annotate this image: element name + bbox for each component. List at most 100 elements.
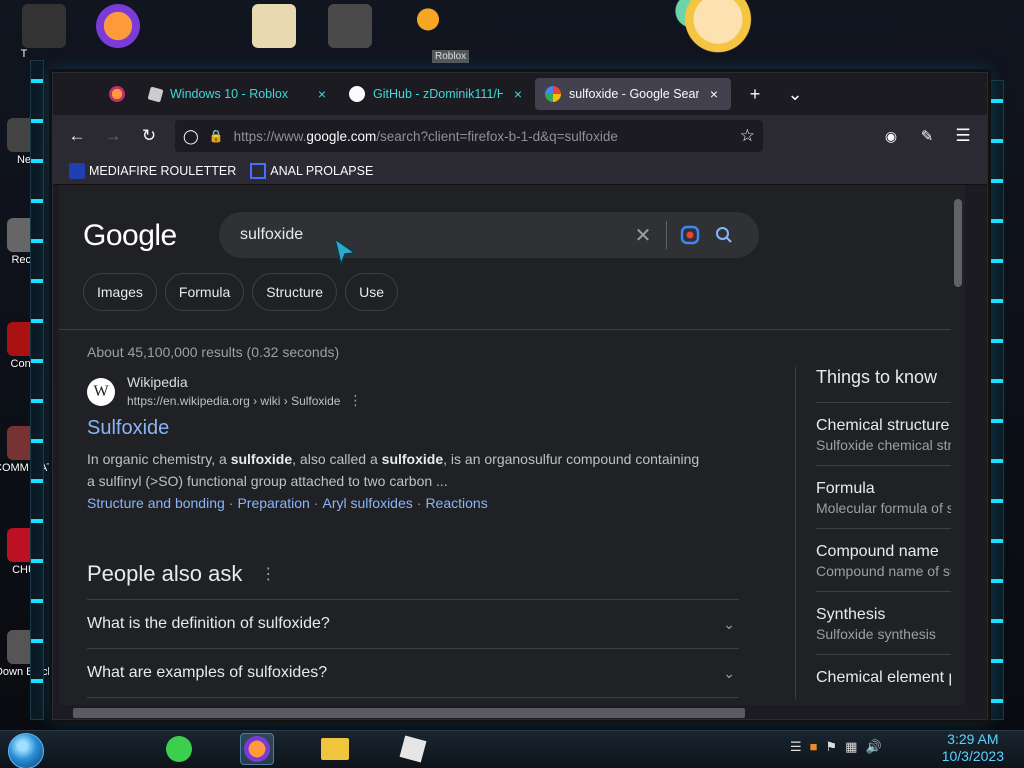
sublink-separator: · (228, 495, 234, 511)
roblox-taskbar-icon[interactable] (396, 733, 430, 765)
bookmark-label: ANAL PROLAPSE (270, 163, 374, 178)
desktop-icon-label: Down Black (0, 666, 54, 678)
shield-icon[interactable]: ◯ (183, 128, 199, 145)
paa-question[interactable]: What are examples of sulfoxides? ⌄ (87, 648, 739, 697)
reload-icon[interactable]: ↻ (133, 120, 165, 152)
network-icon[interactable]: ▦ (845, 739, 857, 755)
google-logo[interactable]: Google (83, 219, 177, 253)
pocket-icon[interactable]: ◉ (875, 120, 907, 152)
sublink[interactable]: Aryl sulfoxides (323, 495, 413, 511)
app-icon-dark[interactable] (22, 4, 66, 48)
chip-images[interactable]: Images (83, 273, 157, 311)
result-title-link[interactable]: Sulfoxide (87, 417, 707, 440)
search-icon[interactable] (707, 218, 741, 252)
ttk-item[interactable]: Compound name Compound name of sulf (816, 529, 965, 592)
tab-github[interactable]: GitHub - zDominik111/Hol × (339, 78, 535, 110)
ttk-item-subtitle: Sulfoxide chemical struc (816, 437, 965, 453)
result-site-row[interactable]: W Wikipedia https://en.wikipedia.org › w… (87, 374, 707, 409)
desktop-icon[interactable]: COMM HATE (0, 426, 60, 474)
scrollbar-thumb[interactable] (73, 708, 745, 718)
taskbar: ☰ ■ ⚑ ▦ 🔊 3:29 AM 10/3/2023 (0, 730, 1024, 768)
extensions-icon[interactable]: ✎ (911, 120, 943, 152)
desktop-icon[interactable]: Contr (0, 322, 54, 370)
roblox-studio-icon[interactable] (328, 4, 372, 48)
more-options-icon[interactable]: ⋮ (348, 392, 362, 408)
lock-icon[interactable]: 🔒 (209, 129, 224, 143)
horizontal-scrollbar[interactable] (59, 705, 965, 719)
firefox-taskbar-icon[interactable] (240, 733, 274, 765)
file-explorer-icon[interactable] (318, 733, 352, 765)
desktop-icon[interactable]: CHU (0, 528, 54, 576)
firefox-window: Windows 10 - Roblox × GitHub - zDominik1… (52, 72, 988, 720)
paa-question[interactable]: What is the definition of sulfoxide? ⌄ (87, 599, 739, 648)
mediafire-icon (69, 162, 85, 179)
ttk-item[interactable]: Chemical element po (816, 655, 965, 699)
user-avatar-icon[interactable] (406, 4, 450, 48)
forward-arrow-icon[interactable]: → (97, 120, 129, 152)
result-url: https://en.wikipedia.org › wiki › Sulfox… (127, 392, 362, 409)
ttk-item-subtitle: Compound name of sulf (816, 563, 965, 579)
github-icon (349, 86, 365, 102)
vertical-scrollbar[interactable] (951, 185, 965, 705)
snippet-bold: sulfoxide (381, 451, 444, 467)
more-options-icon[interactable]: ⋮ (260, 564, 276, 584)
background-window-title: Roblox (432, 50, 470, 63)
clock-date: 10/3/2023 (941, 748, 1004, 764)
search-divider (666, 221, 667, 249)
bookmark-second[interactable]: ANAL PROLAPSE (250, 162, 374, 179)
firefox-icon[interactable] (96, 4, 140, 48)
ttk-item[interactable]: Formula Molecular formula of sul (816, 466, 965, 529)
list-all-tabs-button[interactable]: ⌄ (779, 78, 811, 110)
clock[interactable]: 3:29 AM 10/3/2023 (942, 731, 1004, 765)
ttk-item[interactable]: Chemical structure Sulfoxide chemical st… (816, 403, 965, 466)
roblox-icon (399, 735, 427, 763)
ttk-item-subtitle: Sulfoxide synthesis (816, 626, 936, 642)
sublink-separator: · (416, 495, 422, 511)
tab-roblox[interactable]: Windows 10 - Roblox × (139, 78, 339, 110)
network-bars-icon[interactable]: ☰ (790, 739, 802, 755)
back-arrow-icon[interactable]: ← (61, 120, 93, 152)
hxd-icon[interactable] (252, 4, 296, 48)
clear-icon[interactable]: ✕ (626, 218, 660, 252)
start-button[interactable] (8, 733, 44, 768)
new-tab-button[interactable]: + (739, 78, 771, 110)
desktop-icon-label: Ne (16, 154, 32, 166)
close-icon[interactable]: × (315, 86, 329, 102)
firefox-view-button[interactable] (101, 78, 133, 110)
sublink[interactable]: Preparation (237, 495, 309, 511)
tab-google-search[interactable]: sulfoxide - Google Search × (535, 78, 731, 110)
mouse-cursor-icon (333, 237, 358, 267)
bookmark-mediafire[interactable]: MEDIAFIRE ROULETTER (69, 162, 236, 179)
things-to-know-panel: Things to know Chemical structure Sulfox… (795, 367, 965, 699)
bookmark-star-icon[interactable]: ☆ (740, 126, 755, 146)
bookmark-site-icon (250, 162, 267, 179)
flag-icon[interactable]: ⚑ (826, 739, 838, 755)
close-icon[interactable]: × (511, 86, 525, 102)
ttk-item-title: Compound name (816, 543, 939, 560)
google-lens-icon[interactable] (673, 218, 707, 252)
volume-icon[interactable]: 🔊 (865, 739, 881, 755)
java-icon[interactable]: ■ (810, 739, 818, 755)
chip-use[interactable]: Use (345, 273, 398, 311)
paa-question[interactable] (87, 697, 739, 705)
search-query[interactable]: sulfoxide (240, 226, 626, 244)
notes-app-icon[interactable] (162, 733, 196, 765)
chip-structure[interactable]: Structure (252, 273, 338, 311)
chip-formula[interactable]: Formula (164, 273, 245, 311)
close-icon[interactable]: × (707, 86, 721, 102)
ttk-item[interactable]: Synthesis Sulfoxide synthesis (816, 592, 965, 655)
sublink[interactable]: Reactions (425, 495, 487, 511)
search-input[interactable]: sulfoxide ✕ (219, 212, 759, 258)
ttk-item-title: Formula (816, 480, 875, 497)
sublink[interactable]: Structure and bonding (87, 495, 225, 511)
desktop-icon[interactable]: Ne (0, 118, 54, 166)
url-bar[interactable]: ◯ 🔒 https://www.google.com/search?client… (175, 120, 763, 152)
url-text[interactable]: https://www.google.com/search?client=fir… (234, 129, 618, 144)
scrollbar-thumb[interactable] (954, 199, 962, 287)
menu-icon[interactable]: ☰ (947, 120, 979, 152)
desktop-icon[interactable]: T (0, 48, 54, 60)
desktop-icon[interactable]: Recy (0, 218, 54, 266)
desktop-icon[interactable]: Down Black (0, 630, 54, 678)
folder-icon (321, 738, 349, 760)
result-stats: About 45,100,000 results (0.32 seconds) (87, 344, 340, 360)
